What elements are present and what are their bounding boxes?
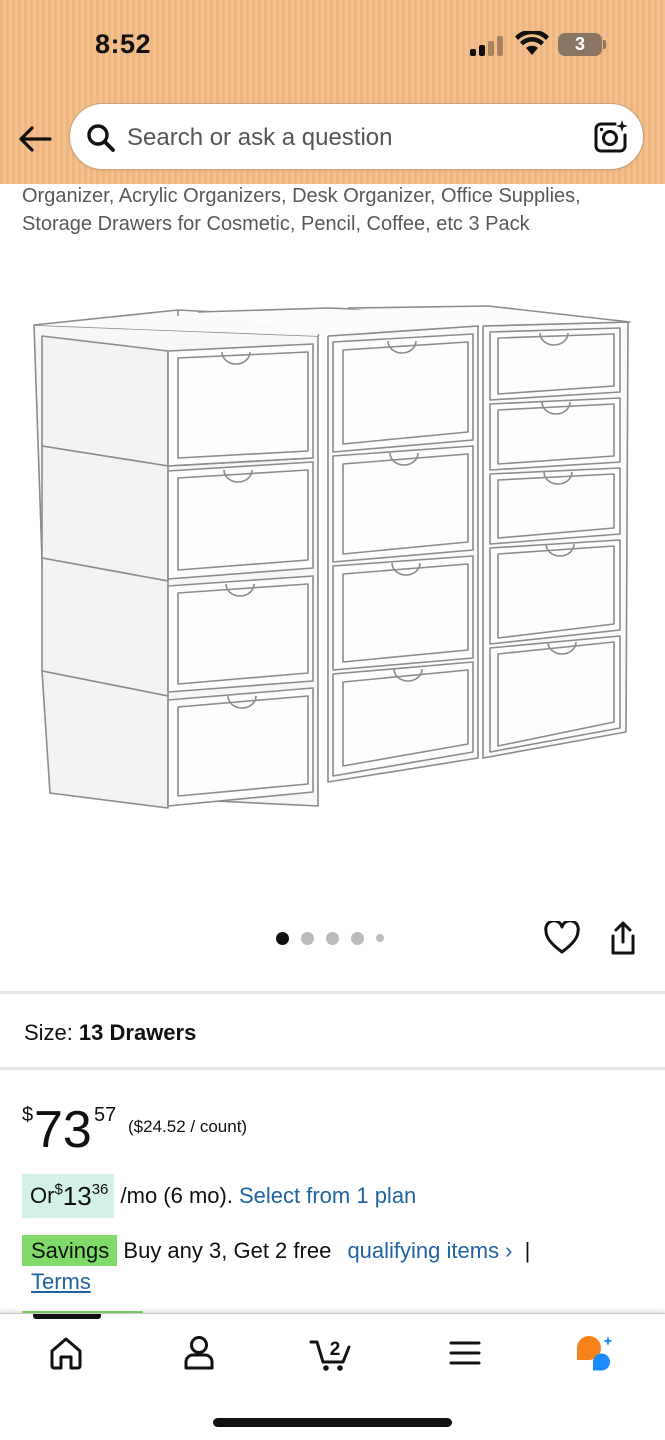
nav-home[interactable] [36,1328,96,1378]
cart-count: 2 [330,1339,341,1360]
section-divider [0,1067,665,1070]
account-icon [184,1336,214,1370]
monthly-payment: Or $ 13 36 /mo (6 mo). Select from 1 pla… [22,1174,416,1218]
heart-icon[interactable] [544,921,580,955]
cart-icon: 2 [309,1339,351,1371]
cellular-signal-icon [470,36,506,56]
carousel-dot-5[interactable] [376,934,384,942]
nav-rufus[interactable] [565,1328,625,1378]
home-icon [50,1337,82,1370]
carousel-dot-4[interactable] [351,931,364,945]
search-input[interactable] [127,118,567,158]
savings-text: Buy any 3, Get 2 free [123,1238,332,1263]
price-per-unit: ($24.52 / count) [128,1117,248,1136]
search-bar[interactable] [69,103,644,170]
size-label: Size: [24,1020,73,1045]
size-selector[interactable]: Size: 13 Drawers [24,1020,196,1046]
select-plan-link[interactable]: Select from 1 plan [239,1183,416,1209]
carousel-dot-2[interactable] [301,931,314,945]
nav-cart[interactable]: 2 [301,1328,361,1378]
camera-lens-icon[interactable] [593,119,629,155]
monthly-prefix: Or [30,1183,55,1208]
section-divider [0,991,665,994]
savings-badge: Savings [22,1235,118,1266]
image-carousel-dots[interactable] [276,931,384,945]
nav-menu[interactable] [435,1328,495,1378]
nav-account[interactable] [169,1328,229,1378]
carousel-dot-3[interactable] [326,931,339,945]
product-image[interactable] [28,296,638,826]
back-button[interactable] [16,120,54,158]
size-value: 13 Drawers [78,1020,197,1045]
active-tab-indicator [33,1314,101,1319]
savings-promo: Savings Buy any 3, Get 2 free qualifying… [22,1235,642,1297]
monthly-suffix: /mo (6 mo). [114,1183,233,1208]
monthly-whole: 13 [62,1180,92,1211]
terms-link[interactable]: Terms [31,1269,91,1294]
carousel-dot-1[interactable] [276,931,289,945]
back-arrow-icon [19,126,52,152]
battery-icon: 3 [558,33,602,56]
qualifying-items-link[interactable]: qualifying items › [347,1238,512,1263]
monthly-badge: Or $ 13 36 [22,1174,115,1218]
monthly-fraction: 36 [91,1180,109,1198]
header: 8:52 3 [0,0,665,184]
monthly-symbol: $ [54,1180,63,1198]
wifi-icon [515,31,549,55]
status-time: 8:52 [95,29,152,59]
savings-separator: | [524,1238,531,1263]
home-indicator [213,1418,452,1427]
price-symbol: $ [22,1104,34,1126]
product-title: Organizer, Acrylic Organizers, Desk Orga… [22,185,581,235]
rufus-assistant-icon [577,1336,613,1371]
battery-tip [603,40,606,49]
price-fraction: 57 [94,1104,117,1126]
share-icon[interactable] [606,920,640,956]
search-icon [87,124,115,152]
menu-icon [449,1341,481,1365]
price-whole: 73 [34,1101,92,1159]
